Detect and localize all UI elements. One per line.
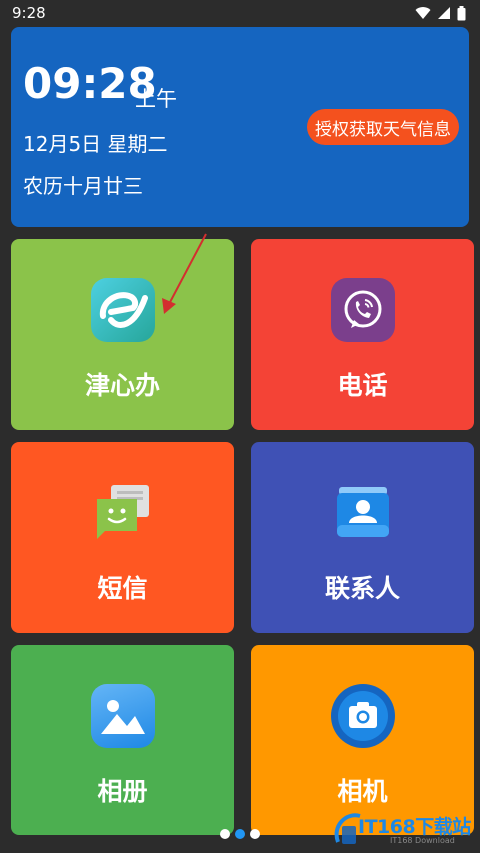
clock-ampm: 上午 bbox=[135, 87, 177, 111]
gallery-icon bbox=[90, 684, 155, 748]
tile-gallery[interactable]: 相册 bbox=[11, 645, 234, 835]
watermark: IT168下载站 IT168 Download bbox=[334, 806, 474, 850]
tile-label: 相机 bbox=[337, 777, 388, 806]
weather-permission-button[interactable]: 授权获取天气信息 bbox=[307, 109, 459, 145]
contacts-icon bbox=[331, 481, 395, 545]
tile-label: 相册 bbox=[97, 777, 148, 806]
tile-contacts[interactable]: 联系人 bbox=[251, 442, 474, 633]
clock-widget[interactable]: 09:28 上午 12月5日 星期二 农历十月廿三 授权获取天气信息 bbox=[11, 27, 469, 227]
status-bar: 9:28 bbox=[0, 0, 480, 26]
tile-label: 津心办 bbox=[84, 371, 160, 400]
clock-lunar-date: 农历十月廿三 bbox=[23, 174, 143, 198]
tile-label: 短信 bbox=[97, 574, 148, 603]
annotation-arrow-icon bbox=[162, 233, 207, 314]
tile-label: 电话 bbox=[337, 371, 388, 400]
tile-label: 联系人 bbox=[324, 574, 400, 603]
status-time: 9:28 bbox=[12, 4, 46, 22]
status-icons bbox=[415, 5, 466, 21]
page-dot-active[interactable] bbox=[235, 829, 245, 839]
page-dot[interactable] bbox=[250, 829, 260, 839]
message-icon bbox=[91, 481, 155, 545]
signal-icon bbox=[438, 7, 450, 19]
wifi-icon bbox=[415, 7, 431, 20]
clock-date: 12月5日 星期二 bbox=[23, 132, 168, 156]
phone-icon bbox=[330, 278, 395, 342]
tile-messages[interactable]: 短信 bbox=[11, 442, 234, 633]
watermark-subtext: IT168 Download bbox=[390, 836, 455, 845]
battery-icon bbox=[457, 5, 466, 20]
jinxinban-app-icon bbox=[90, 278, 155, 342]
page-dot[interactable] bbox=[220, 829, 230, 839]
camera-icon bbox=[330, 684, 395, 748]
watermark-text: IT168下载站 bbox=[358, 816, 471, 838]
tile-phone[interactable]: 电话 bbox=[251, 239, 474, 430]
